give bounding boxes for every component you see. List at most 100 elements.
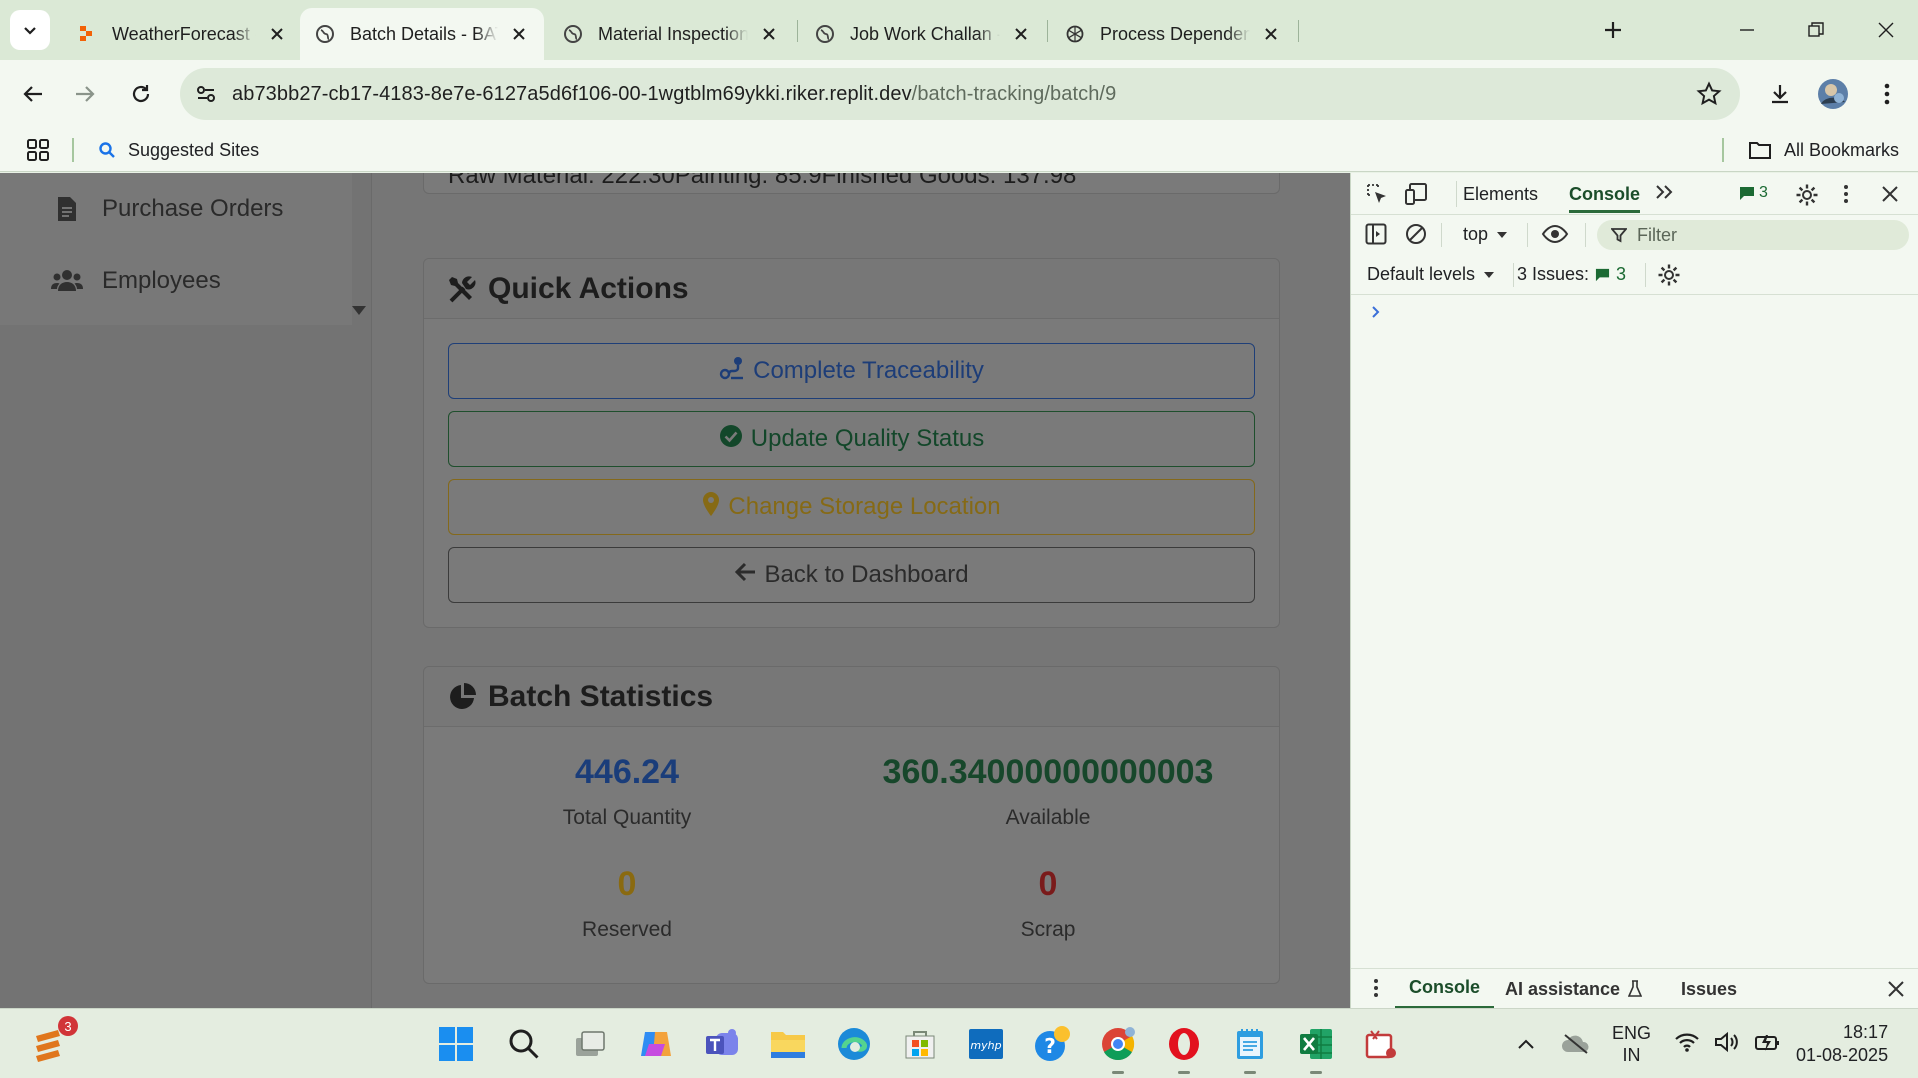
opera-browser-app-icon[interactable]: [1162, 1022, 1206, 1074]
replit-icon: [76, 23, 98, 45]
stat-value: 0: [617, 865, 637, 903]
reload-button[interactable]: [120, 73, 162, 115]
back-button[interactable]: [12, 73, 54, 115]
suggested-sites-bookmark[interactable]: Suggested Sites: [98, 128, 259, 172]
console-filter-input[interactable]: Filter: [1597, 220, 1909, 250]
console-prompt-chevron-icon[interactable]: [1371, 305, 1381, 319]
search-button[interactable]: [502, 1022, 546, 1066]
issues-counter[interactable]: 3: [1739, 184, 1768, 202]
sidebar-toggle-icon[interactable]: [1365, 223, 1387, 245]
copilot-app-icon[interactable]: [634, 1022, 678, 1066]
more-tabs-icon[interactable]: [1655, 184, 1675, 200]
devtools-tab-console[interactable]: Console: [1569, 184, 1641, 213]
restore-button[interactable]: [1796, 12, 1836, 48]
restore-icon: [1808, 22, 1824, 37]
scroll-down-icon[interactable]: [352, 303, 366, 321]
clock-date[interactable]: 18:17 01-08-2025: [1796, 1021, 1888, 1067]
drawer-menu-icon[interactable]: [1373, 978, 1379, 998]
change-storage-location-button[interactable]: Change Storage Location: [448, 479, 1255, 535]
notepad-app-icon[interactable]: [1228, 1022, 1272, 1074]
tab-batch-details[interactable]: Batch Details - BAT-002-0: [300, 8, 544, 60]
battery-icon: [1755, 1035, 1779, 1051]
sidebar-item-purchase-orders[interactable]: Purchase Orders: [50, 179, 283, 239]
batch-statistics-card: Batch Statistics 446.24 Total Quantity 3…: [423, 666, 1280, 984]
all-bookmarks-button[interactable]: All Bookmarks: [1748, 128, 1899, 172]
help-app-icon[interactable]: ?: [1030, 1022, 1074, 1066]
issues-link[interactable]: 3 Issues: 3: [1517, 264, 1626, 285]
sidebar-item-employees[interactable]: Employees: [50, 251, 221, 311]
system-tray-quick-settings[interactable]: [1674, 1031, 1782, 1053]
minimize-button[interactable]: [1727, 12, 1767, 48]
update-quality-status-button[interactable]: Update Quality Status: [448, 411, 1255, 467]
complete-traceability-button[interactable]: Complete Traceability: [448, 343, 1255, 399]
myhp-app-icon[interactable]: myhp: [964, 1022, 1008, 1066]
task-view-button[interactable]: [568, 1022, 612, 1066]
language-indicator[interactable]: ENG IN: [1612, 1022, 1651, 1066]
inspect-element-icon[interactable]: [1365, 182, 1389, 206]
sidebar-item-label: Employees: [102, 267, 221, 294]
toolbar-divider: [1456, 181, 1457, 207]
teams-app-icon[interactable]: [700, 1022, 744, 1066]
log-levels-label: Default levels: [1367, 264, 1476, 284]
start-button[interactable]: [434, 1022, 478, 1066]
clear-console-icon[interactable]: [1405, 223, 1427, 245]
close-tab-icon[interactable]: [508, 23, 530, 45]
drawer-tab-console[interactable]: Console: [1395, 969, 1495, 1009]
settings-gear-icon[interactable]: [1795, 183, 1819, 207]
url-path: /batch-tracking/batch/9: [911, 82, 1117, 105]
device-toolbar-icon[interactable]: [1405, 182, 1431, 206]
drawer-tab-ai-assistance[interactable]: AI assistance: [1505, 969, 1643, 1009]
devtools-tab-elements[interactable]: Elements: [1463, 184, 1538, 205]
bookmark-star-icon[interactable]: [1696, 81, 1722, 112]
tab-job-work-challan[interactable]: Job Work Challan - JOB-2: [800, 8, 1046, 60]
context-selector[interactable]: top: [1463, 224, 1508, 245]
close-devtools-icon[interactable]: [1881, 185, 1899, 203]
excel-app-icon[interactable]: [1294, 1022, 1338, 1074]
profile-avatar[interactable]: [1812, 73, 1854, 115]
tab-search-button[interactable]: [10, 10, 50, 50]
site-info-icon[interactable]: [180, 68, 232, 120]
running-indicator: [1310, 1071, 1322, 1074]
drawer-tab-issues[interactable]: Issues: [1681, 969, 1737, 1009]
close-drawer-icon[interactable]: [1887, 980, 1905, 998]
close-window-button[interactable]: [1866, 12, 1906, 48]
close-tab-icon[interactable]: [758, 23, 780, 45]
onedrive-tray-icon[interactable]: [1554, 1022, 1598, 1066]
browser-menu-button[interactable]: [1866, 73, 1908, 115]
close-tab-icon[interactable]: [1010, 23, 1032, 45]
tab-weatherforecast[interactable]: WeatherForecast - Replit: [62, 8, 302, 60]
document-icon: [50, 196, 84, 222]
tools-icon: [448, 274, 478, 304]
chrome-browser-app-icon[interactable]: [1096, 1022, 1140, 1074]
console-settings-gear-icon[interactable]: [1657, 263, 1681, 287]
tab-material-inspection[interactable]: Material Inspection Dashb: [548, 8, 794, 60]
close-tab-icon[interactable]: [1260, 23, 1282, 45]
address-bar[interactable]: ab73bb27-cb17-4183-8e7e-6127a5d6f106-00-…: [180, 68, 1740, 120]
console-toolbar: top Filter: [1351, 215, 1918, 255]
downloads-button[interactable]: [1759, 73, 1801, 115]
search-icon: [509, 1029, 539, 1059]
devtools-menu-icon[interactable]: [1843, 184, 1849, 204]
back-to-dashboard-button[interactable]: Back to Dashboard: [448, 547, 1255, 603]
stat-value: 360.34000000000003: [882, 753, 1214, 791]
microsoft-store-app-icon[interactable]: [898, 1022, 942, 1066]
edge-browser-app-icon[interactable]: [832, 1022, 876, 1066]
openai-icon: [1064, 23, 1086, 45]
running-indicator: [1244, 1071, 1256, 1074]
forward-button[interactable]: [64, 73, 106, 115]
tab-process-dependencies[interactable]: Process Dependencies Ov: [1050, 8, 1296, 60]
live-expression-eye-icon[interactable]: [1541, 224, 1569, 244]
windows-taskbar: 3 myhp ? ENG IN 18:17 01-08-2025: [0, 1008, 1918, 1078]
new-tab-button[interactable]: [1597, 14, 1629, 46]
show-hidden-icons-button[interactable]: [1504, 1022, 1548, 1066]
file-explorer-app-icon[interactable]: [766, 1022, 810, 1066]
close-tab-icon[interactable]: [266, 23, 288, 45]
snipping-tool-app-icon[interactable]: [1360, 1022, 1404, 1066]
batch-statistics-header: Batch Statistics: [424, 667, 1279, 727]
tab-separator: [1298, 20, 1299, 42]
filter-icon: [1611, 228, 1627, 243]
log-levels-dropdown[interactable]: Default levels: [1367, 264, 1495, 285]
apps-grid-icon[interactable]: [26, 138, 50, 167]
stat-label: Available: [1005, 806, 1091, 829]
widgets-app-icon[interactable]: 3: [26, 1016, 78, 1066]
